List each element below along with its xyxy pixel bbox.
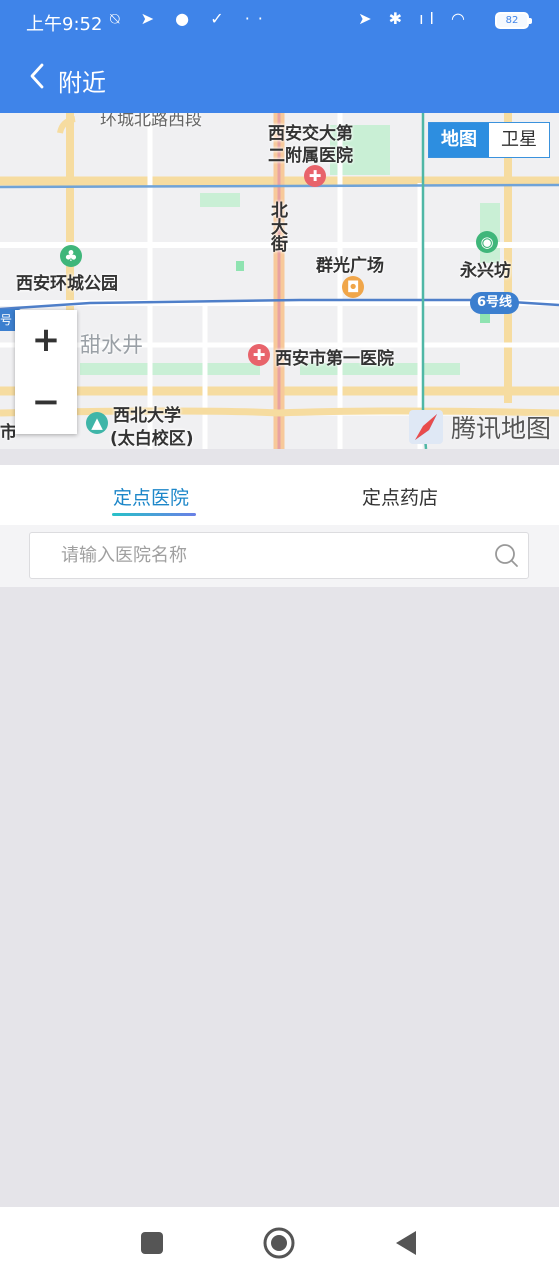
map-label-hospital2-sub: 二附属医院	[268, 146, 353, 166]
compass-icon[interactable]	[407, 408, 445, 446]
map-type-standard[interactable]: 地图	[429, 123, 489, 157]
map-label-university: 西北大学	[113, 406, 181, 426]
tab-pharmacy[interactable]: 定点药店	[362, 483, 438, 510]
home-icon[interactable]	[263, 1227, 295, 1259]
zoom-in-button[interactable]: +	[15, 310, 77, 372]
map-label-street: 北大街	[267, 201, 287, 252]
tab-hospital[interactable]: 定点医院	[113, 483, 189, 510]
system-icons: ➤ ✱ ıl ◠	[358, 9, 471, 28]
map-brand: 腾讯地图	[407, 408, 551, 446]
university-icon[interactable]: ▲	[86, 412, 108, 434]
tab-active-indicator	[112, 513, 196, 516]
battery-icon: 82	[495, 12, 532, 29]
map-label-area: 甜水井	[80, 333, 143, 357]
search-bar	[0, 525, 559, 587]
recents-icon[interactable]	[140, 1231, 164, 1255]
hospital-icon[interactable]: ✚	[304, 165, 326, 187]
back-icon[interactable]	[394, 1230, 418, 1256]
map-label-yongxing: 永兴坊	[460, 261, 511, 281]
zoom-control: + −	[15, 310, 77, 434]
zoom-out-button[interactable]: −	[15, 372, 77, 434]
map-label-park: 西安环城公园	[16, 274, 118, 294]
map-label-hospital1: 西安市第一医院	[275, 349, 394, 369]
map-label-university-sub: (太白校区)	[110, 429, 194, 449]
map-type-satellite[interactable]: 卫星	[489, 123, 549, 157]
map-view[interactable]: 环城北路西段 西安交大第 二附属医院 ✚ 北大街 ♣ 西安环城公园 群光广场 ◘…	[0, 113, 559, 449]
search-input[interactable]	[29, 532, 529, 579]
chevron-left-icon[interactable]	[26, 60, 50, 92]
scenic-icon[interactable]: ◉	[476, 231, 498, 253]
system-nav-bar	[0, 1207, 559, 1280]
map-label-road: 环城北路西段	[100, 113, 202, 130]
map-label-plaza: 群光广场	[316, 256, 384, 276]
park-icon[interactable]: ♣	[60, 245, 82, 267]
search-icon[interactable]	[494, 543, 519, 568]
status-bar: 上午9:52 ⍉ ➤ ● ✓ ·· ➤ ✱ ıl ◠ 82	[0, 0, 559, 42]
shopping-icon[interactable]: ◘	[342, 276, 364, 298]
status-time: 上午9:52	[26, 14, 103, 35]
results-list	[0, 587, 559, 1207]
app-header: 附近	[0, 42, 559, 113]
notification-icons: ⍉ ➤ ● ✓ ··	[110, 9, 271, 28]
hospital-icon[interactable]: ✚	[248, 344, 270, 366]
map-type-switch: 地图 卫星	[428, 122, 550, 158]
map-brand-text: 腾讯地图	[450, 414, 551, 443]
page-title: 附近	[58, 69, 106, 97]
metro-line-badge: 6号线	[470, 292, 520, 314]
tab-bar: 定点医院 定点药店	[0, 465, 559, 525]
